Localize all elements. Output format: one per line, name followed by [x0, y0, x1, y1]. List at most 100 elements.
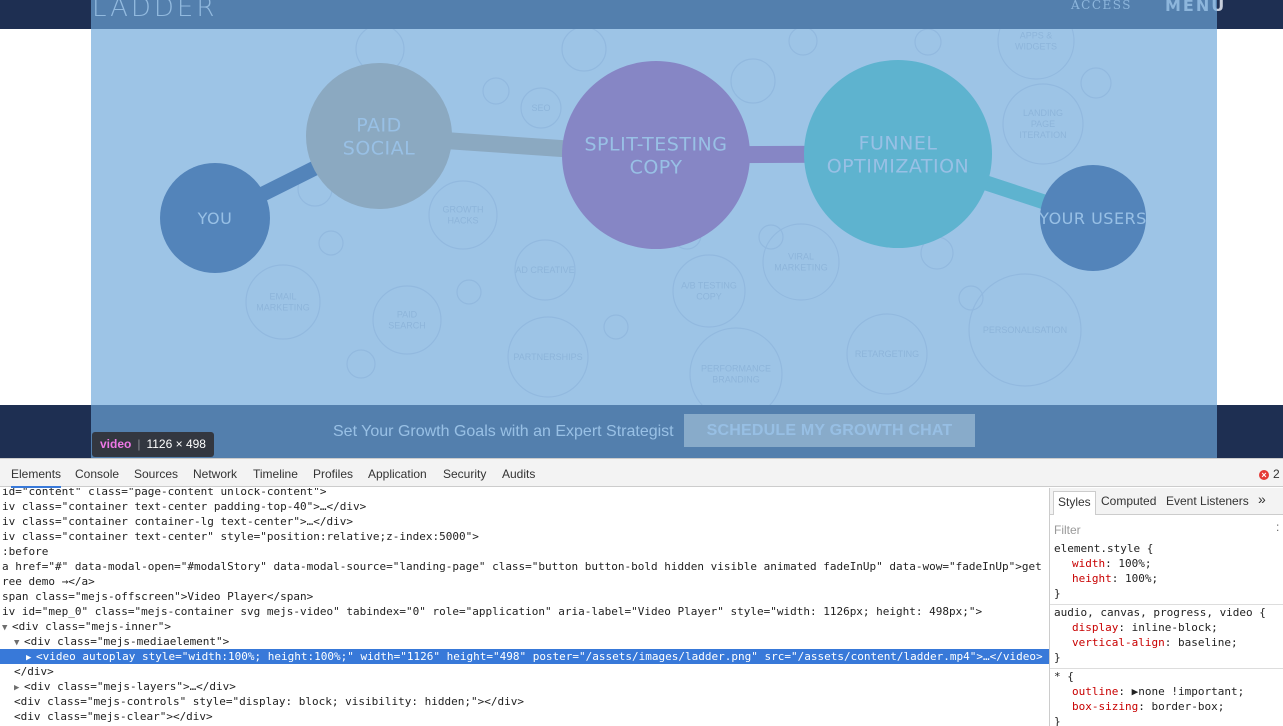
- style-property: height: [1072, 572, 1112, 585]
- dom-node[interactable]: span class="mejs-offscreen">Video Player…: [0, 589, 1049, 604]
- growth-node: YOU: [160, 163, 270, 273]
- dom-node[interactable]: <div class="mejs-controls" style="displa…: [0, 694, 1049, 709]
- dom-node-selected[interactable]: ▶ <video autoplay style="width:100%; heig…: [0, 649, 1049, 664]
- rule-selector[interactable]: * {: [1054, 670, 1074, 685]
- style-declaration[interactable]: width: 100%;: [1072, 557, 1152, 572]
- bubble: [456, 279, 482, 305]
- tab-profiles[interactable]: Profiles: [313, 467, 353, 481]
- dom-node-text: span class="mejs-offscreen">Video Player…: [2, 590, 314, 603]
- rule-selector[interactable]: element.style {: [1054, 542, 1153, 557]
- faint-node-label: PERSONALISATION: [983, 325, 1067, 335]
- tab-timeline[interactable]: Timeline: [253, 467, 298, 481]
- faint-node-label: GROWTH: [443, 205, 484, 215]
- tab-console[interactable]: Console: [75, 467, 119, 481]
- faint-node-label: MARKETING: [256, 303, 310, 313]
- tab-network[interactable]: Network: [193, 467, 237, 481]
- growth-node-label: SOCIAL: [343, 137, 415, 159]
- tab-event-listeners[interactable]: Event Listeners: [1166, 494, 1249, 508]
- faint-node: PAIDSEARCH: [372, 285, 442, 355]
- dom-node-text: iv id="mep_0" class="mejs-container svg …: [2, 605, 983, 618]
- tab-elements[interactable]: Elements: [11, 467, 62, 488]
- tab-application[interactable]: Application: [368, 467, 427, 481]
- tab-styles[interactable]: Styles: [1053, 491, 1096, 515]
- video-player[interactable]: APPS & WIDGETS LANDING PAGE ITERATION SEO GROW…: [91, 29, 1217, 405]
- collapse-triangle-icon[interactable]: ▼: [14, 636, 24, 649]
- dom-node-text: iv class="container text-center padding-…: [2, 500, 367, 513]
- collapse-triangle-icon[interactable]: ▼: [2, 621, 12, 634]
- rule-close-brace: }: [1054, 587, 1061, 600]
- dom-node[interactable]: a href="#" data-modal-open="#modalStory"…: [0, 559, 1049, 574]
- tab-audits[interactable]: Audits: [502, 467, 535, 481]
- dom-tree[interactable]: id="content" class="page-content unlock-…: [0, 488, 1049, 726]
- screen: LADDER ACCESS MENU APPS & WIDGETS LANDING P…: [0, 0, 1283, 726]
- style-property: vertical-align: [1072, 636, 1165, 649]
- style-declaration[interactable]: display: inline-block;: [1072, 621, 1218, 636]
- dom-node[interactable]: ▼ <div class="mejs-inner">: [0, 619, 1049, 634]
- bubble: [914, 29, 942, 56]
- bubble: [758, 224, 784, 250]
- error-icon: ×: [1259, 470, 1269, 480]
- dom-node[interactable]: iv class="container text-center" style="…: [0, 529, 1049, 544]
- more-tabs-icon[interactable]: »: [1258, 491, 1266, 507]
- dom-node[interactable]: id="content" class="page-content unlock-…: [0, 488, 1049, 499]
- style-declaration[interactable]: vertical-align: baseline;: [1072, 636, 1238, 651]
- faint-node: PARTNERSHIPS: [507, 316, 589, 398]
- tab-security[interactable]: Security: [443, 467, 486, 481]
- tab-sources[interactable]: Sources: [134, 467, 178, 481]
- website-viewport: LADDER ACCESS MENU APPS & WIDGETS LANDING P…: [0, 0, 1283, 458]
- style-colon: :: [1111, 572, 1125, 585]
- growth-node-label: SPLIT-TESTING: [585, 133, 728, 155]
- growth-node: YOUR USERS: [1038, 165, 1146, 271]
- style-colon: :: [1118, 621, 1132, 634]
- error-count: 2: [1273, 467, 1280, 481]
- site-logo[interactable]: LADDER: [92, 0, 217, 23]
- schedule-growth-chat-button[interactable]: SCHEDULE MY GROWTH CHAT: [684, 414, 975, 447]
- style-value: border-box;: [1151, 700, 1225, 713]
- nav-access-link[interactable]: ACCESS: [1071, 0, 1132, 12]
- style-declaration[interactable]: height: 100%;: [1072, 572, 1158, 587]
- error-counter[interactable]: × 2: [1259, 467, 1280, 481]
- growth-node: PAIDSOCIAL: [306, 63, 452, 209]
- dom-node[interactable]: :before: [0, 544, 1049, 559]
- expand-triangle-icon[interactable]: ▶: [26, 651, 36, 664]
- faint-node-label: BRANDING: [712, 375, 760, 385]
- dom-node[interactable]: ▶ <div class="mejs-layers">…</div>: [0, 679, 1049, 694]
- style-value: 100%;: [1125, 572, 1159, 585]
- rule-separator: [1050, 604, 1283, 605]
- style-declaration[interactable]: box-sizing: border-box;: [1072, 700, 1224, 715]
- faint-node: PERSONALISATION: [968, 273, 1082, 387]
- dom-node-text: <div class="mejs-inner">: [12, 620, 171, 633]
- faint-node: VIRALMARKETING: [762, 223, 840, 301]
- dom-node[interactable]: </div>: [0, 664, 1049, 679]
- dom-node-text: </div>: [14, 665, 54, 678]
- faint-node: EMAILMARKETING: [245, 264, 321, 340]
- dom-node[interactable]: iv id="mep_0" class="mejs-container svg …: [0, 604, 1049, 619]
- style-value: ▶none !important;: [1131, 685, 1245, 698]
- style-property: width: [1072, 557, 1106, 570]
- dom-node[interactable]: iv class="container container-lg text-ce…: [0, 514, 1049, 529]
- expand-triangle-icon[interactable]: ▶: [14, 681, 24, 694]
- dom-node[interactable]: ree demo →</a>: [0, 574, 1049, 589]
- faint-node: AD CREATIVE: [514, 239, 576, 301]
- dom-node[interactable]: <div class="mejs-clear"></div>: [0, 709, 1049, 724]
- faint-node-label: EMAIL: [269, 292, 296, 302]
- tab-computed[interactable]: Computed: [1101, 494, 1156, 508]
- dom-node[interactable]: iv class="container text-center padding-…: [0, 499, 1049, 514]
- filter-pseudo-toggle[interactable]: :: [1276, 520, 1279, 534]
- style-declaration[interactable]: outline: ▶none !important;: [1072, 685, 1244, 700]
- dom-node[interactable]: ▼ <div class="mejs-mediaelement">: [0, 634, 1049, 649]
- rule-selector[interactable]: audio, canvas, progress, video {: [1054, 606, 1266, 621]
- faint-node-label: WIDGETS: [1015, 42, 1057, 52]
- styles-filter-input[interactable]: [1054, 521, 1278, 538]
- style-property: display: [1072, 621, 1119, 634]
- tooltip-tag: video: [100, 437, 132, 451]
- cta-text: Set Your Growth Goals with an Expert Str…: [333, 423, 674, 440]
- rule-separator: [1050, 668, 1283, 669]
- faint-node: SEO: [520, 87, 562, 129]
- bubble: [730, 58, 776, 104]
- faint-node: RETARGETING: [846, 313, 928, 395]
- faint-node: A/B TESTINGCOPY: [672, 254, 746, 328]
- styles-tab-bar: Styles Computed Event Listeners »: [1050, 488, 1283, 515]
- nav-menu-button[interactable]: MENU: [1165, 0, 1226, 15]
- faint-node-label: PERFORMANCE: [701, 364, 771, 374]
